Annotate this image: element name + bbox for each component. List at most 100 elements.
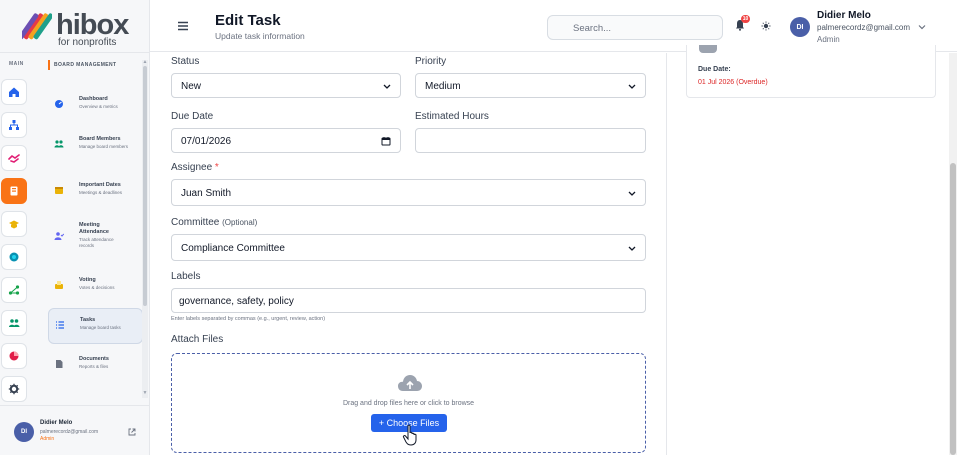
notification-count-badge: 10 bbox=[741, 15, 750, 23]
rail-training-button[interactable] bbox=[1, 211, 27, 237]
submenu-item-title: Documents bbox=[79, 356, 109, 362]
submenu-item-title: Board Members bbox=[79, 136, 121, 142]
attendance-icon bbox=[54, 232, 64, 240]
header-user-role: Admin bbox=[817, 35, 840, 44]
task-summary-card: Due Date: 01 Jul 2026 (Overdue) bbox=[686, 45, 936, 98]
dashboard-icon bbox=[55, 100, 63, 108]
page-scrollbar-thumb[interactable] bbox=[950, 163, 956, 455]
submenu-item-voting[interactable]: Voting Votes & decisions bbox=[48, 277, 143, 291]
chevron-down-icon[interactable] bbox=[918, 24, 926, 30]
submenu-item-title: Meeting Attendance bbox=[79, 222, 109, 235]
chevron-down-icon bbox=[628, 246, 636, 251]
labels-label: Labels bbox=[171, 271, 201, 282]
sidebar-user-role: Admin bbox=[40, 436, 55, 442]
submenu-item-desc: Track attendance records bbox=[79, 237, 114, 248]
submenu-item-title: Dashboard bbox=[79, 96, 108, 102]
chart-icon bbox=[9, 351, 19, 361]
sidebar-user-email: palmerecordz@gmail.com bbox=[40, 429, 99, 435]
submenu-item-title: Voting bbox=[79, 277, 96, 283]
hamburger-menu-icon[interactable] bbox=[177, 20, 189, 32]
rail-home-button[interactable] bbox=[1, 79, 27, 105]
rail-reports-button[interactable] bbox=[1, 343, 27, 369]
network-icon bbox=[8, 285, 20, 295]
submenu-item-dashboard[interactable]: Dashboard Overview & metrics bbox=[48, 96, 143, 110]
file-dropzone[interactable]: Drag and drop files here or click to bro… bbox=[171, 353, 646, 453]
hand-pointer-icon bbox=[402, 424, 417, 446]
assignee-label-text: Assignee bbox=[171, 162, 213, 173]
chevron-down-icon bbox=[628, 84, 636, 89]
dropzone-text: Drag and drop files here or click to bro… bbox=[342, 400, 475, 407]
avatar[interactable]: DI bbox=[790, 17, 810, 37]
assignee-select[interactable]: Juan Smith bbox=[171, 179, 646, 206]
panel-divider bbox=[666, 53, 667, 455]
page-scrollbar[interactable] bbox=[949, 53, 957, 455]
rail-globe-button[interactable] bbox=[1, 244, 27, 270]
header-user-email: palmerecordz@gmail.com bbox=[817, 23, 911, 32]
rail-people-button[interactable] bbox=[1, 310, 27, 336]
members-icon bbox=[54, 140, 64, 148]
status-label: Status bbox=[171, 56, 200, 67]
tasks-icon bbox=[56, 321, 64, 329]
submenu-item-documents[interactable]: Documents Reports & files bbox=[48, 356, 143, 370]
scroll-down-arrow-icon[interactable]: ▼ bbox=[142, 391, 148, 396]
submenu-item-board-members[interactable]: Board Members Manage board members bbox=[48, 136, 143, 150]
estimated-hours-input[interactable] bbox=[415, 128, 646, 153]
rail-board-button[interactable] bbox=[1, 178, 27, 204]
due-date-input[interactable]: 07/01/2026 bbox=[171, 128, 401, 153]
gear-icon bbox=[8, 383, 20, 395]
committee-value: Compliance Committee bbox=[181, 243, 285, 254]
submenu-scrollbar[interactable]: ▲ ▼ bbox=[142, 60, 148, 398]
org-chart-icon bbox=[9, 120, 19, 130]
required-marker: * bbox=[214, 162, 219, 173]
committee-label: Committee (Optional) bbox=[171, 217, 257, 228]
rail-handshake-button[interactable] bbox=[1, 145, 27, 171]
sidebar-user-card[interactable]: DI Didier Melo palmerecordz@gmail.com Ad… bbox=[14, 418, 139, 446]
labels-input[interactable]: governance, safety, policy bbox=[171, 288, 646, 313]
submenu-item-desc: Overview & metrics bbox=[79, 104, 118, 109]
submenu-item-desc: Manage board tasks bbox=[80, 325, 121, 330]
submenu-header: BOARD MANAGEMENT bbox=[48, 60, 117, 70]
brand-tagline: for nonprofits bbox=[58, 37, 117, 48]
scroll-up-arrow-icon[interactable]: ▲ bbox=[142, 60, 148, 65]
submenu-item-tasks[interactable]: Tasks Manage board tasks bbox=[48, 308, 143, 344]
chevron-down-icon bbox=[383, 84, 391, 89]
status-select[interactable]: New bbox=[171, 73, 401, 98]
graduation-icon bbox=[9, 220, 19, 229]
calendar-icon[interactable] bbox=[381, 136, 391, 146]
rail-settings-button[interactable] bbox=[1, 376, 27, 402]
summary-icon bbox=[699, 45, 717, 53]
submenu-item-title: Important Dates bbox=[79, 182, 121, 188]
board-icon bbox=[10, 186, 18, 196]
rail-network-button[interactable] bbox=[1, 277, 27, 303]
submenu-item-meeting-attendance[interactable]: Meeting Attendance Track attendance recor… bbox=[48, 222, 143, 249]
submenu-item-desc: Manage board members bbox=[79, 144, 129, 149]
search-input[interactable]: Search... bbox=[547, 15, 723, 40]
submenu-item-desc: Meetings & deadlines bbox=[79, 190, 123, 195]
brand-mark-icon bbox=[22, 13, 52, 40]
status-value: New bbox=[181, 81, 202, 92]
submenu-item-desc: Reports & files bbox=[79, 364, 109, 369]
due-date-label: Due Date bbox=[171, 111, 214, 122]
priority-select[interactable]: Medium bbox=[415, 73, 646, 98]
external-link-icon[interactable] bbox=[128, 428, 136, 436]
submenu-item-title: Tasks bbox=[80, 317, 96, 323]
theme-toggle-icon[interactable] bbox=[761, 21, 771, 31]
chevron-down-icon bbox=[628, 191, 636, 196]
submenu-item-important-dates[interactable]: Important Dates Meetings & deadlines bbox=[48, 182, 143, 196]
divider bbox=[0, 52, 150, 53]
labels-value: governance, safety, policy bbox=[179, 296, 294, 307]
rail-org-button[interactable] bbox=[1, 112, 27, 138]
submenu-scrollbar-thumb[interactable] bbox=[143, 66, 147, 306]
people-icon bbox=[9, 319, 20, 327]
home-icon bbox=[9, 87, 19, 97]
main-section-label: MAIN bbox=[9, 61, 24, 67]
priority-label: Priority bbox=[415, 56, 447, 67]
cloud-upload-icon bbox=[398, 375, 422, 391]
due-date-value: 07/01/2026 bbox=[181, 136, 232, 147]
vote-icon bbox=[55, 281, 63, 289]
submenu-item-desc: Votes & decisions bbox=[79, 285, 115, 290]
committee-select[interactable]: Compliance Committee bbox=[171, 234, 646, 261]
brand-logo[interactable]: hibox for nonprofits bbox=[22, 10, 132, 48]
board-submenu: BOARD MANAGEMENT Dashboard Overview & met… bbox=[41, 54, 144, 399]
due-date-summary-value: 01 Jul 2026 (Overdue) bbox=[698, 79, 768, 86]
